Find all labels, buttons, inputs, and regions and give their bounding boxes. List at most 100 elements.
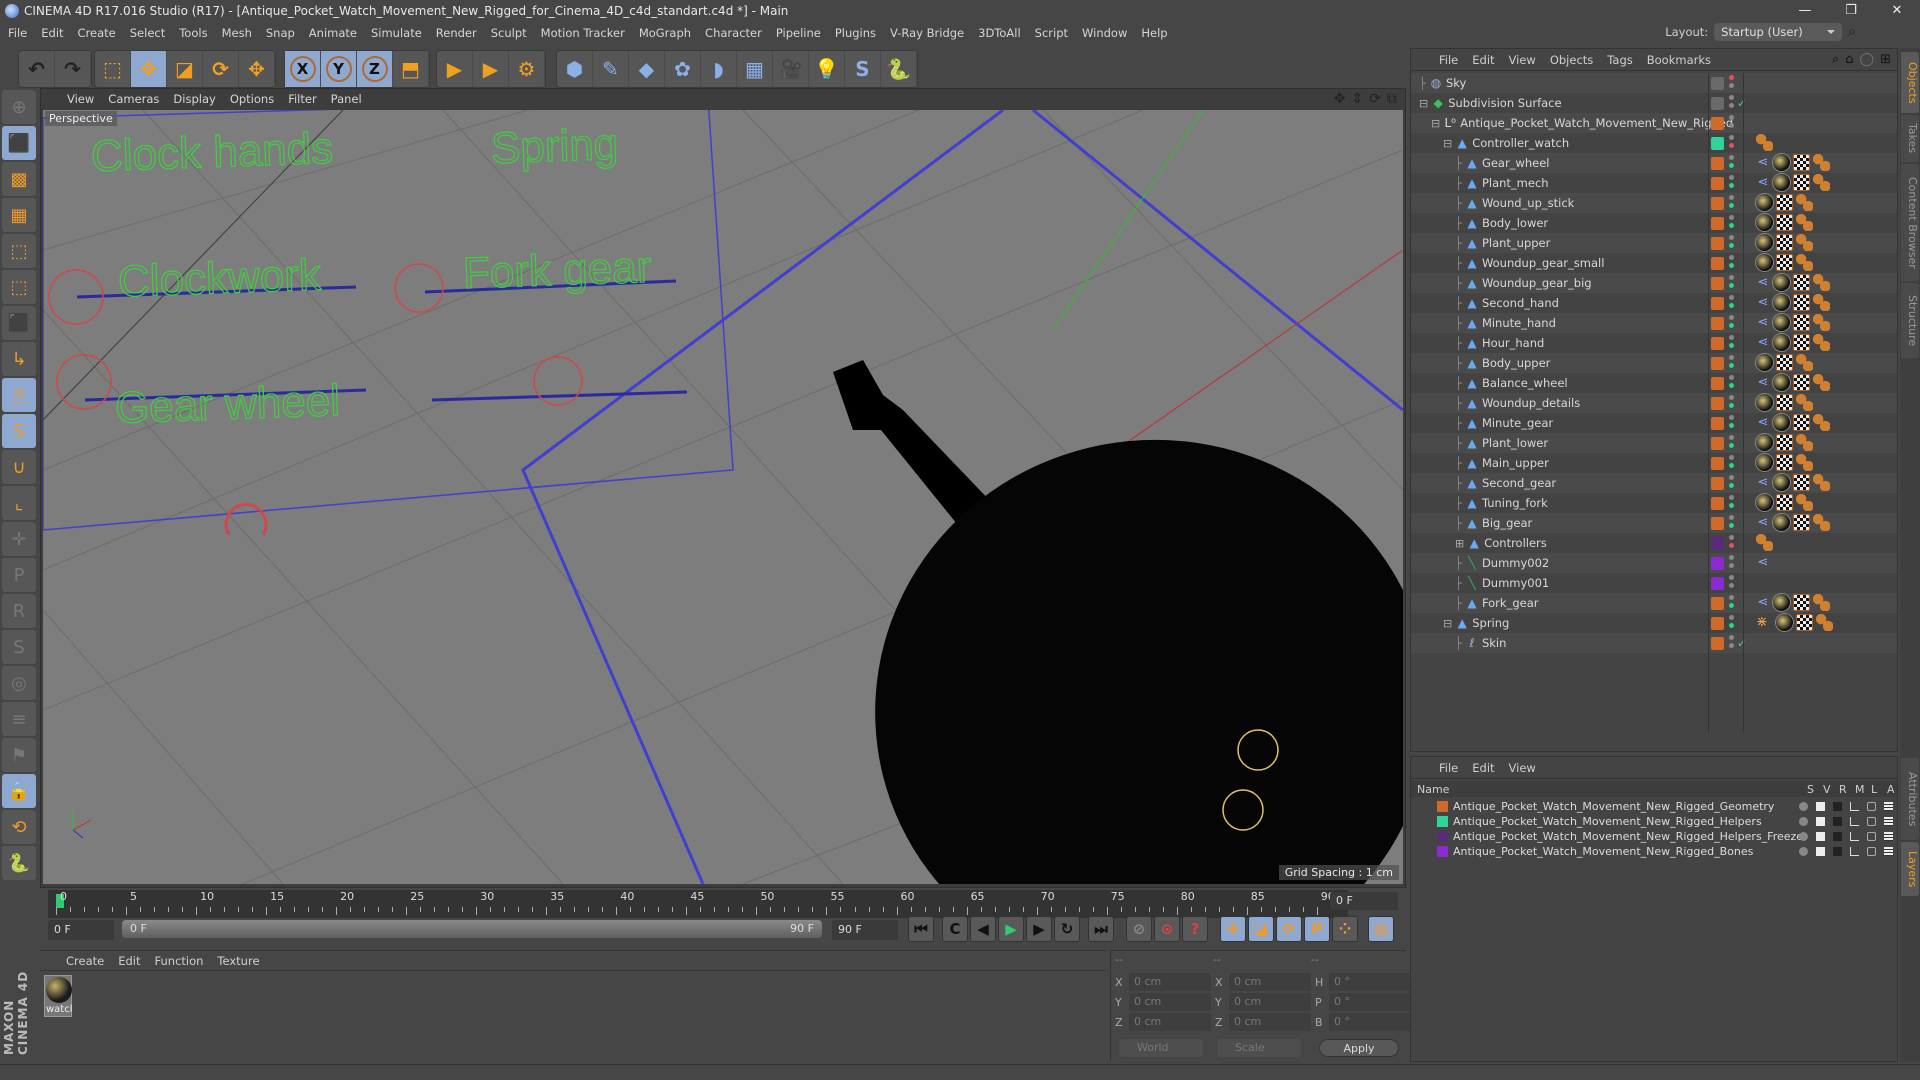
visibility-dot[interactable] (1729, 395, 1734, 400)
vibrate-tag-icon[interactable]: ⋖ (1756, 174, 1770, 191)
vibrate-tag-icon[interactable]: ⋖ (1756, 474, 1770, 491)
object-menu-edit[interactable]: Edit (1472, 53, 1494, 67)
manager-toggle-icon[interactable] (1850, 817, 1859, 826)
visibility-dots[interactable] (1729, 235, 1735, 251)
layer-color-swatch[interactable] (1437, 816, 1448, 827)
viewport-menu-view[interactable]: View (67, 92, 94, 106)
make-editable-button[interactable]: ⊕ (2, 90, 36, 124)
material-menu-texture[interactable]: Texture (217, 954, 259, 968)
keyframe-selection-button[interactable]: ? (1182, 916, 1208, 942)
go-to-start-button[interactable]: ⏮ (908, 916, 934, 942)
dock-tab-objects[interactable]: Objects (1901, 52, 1919, 113)
visibility-dot[interactable] (1729, 483, 1734, 488)
object-row-antique-pocket-watch-movement-new-rigged[interactable]: ⊟ L⁰ Antique_Pocket_Watch_Movement_New_Rig… (1411, 113, 1897, 133)
layer-color-swatch[interactable] (1711, 617, 1724, 630)
visibility-dots[interactable] (1729, 475, 1735, 491)
object-row-balance-wheel[interactable]: ├ ▲ Balance_wheel ⋖ (1411, 373, 1897, 393)
visibility-dot[interactable] (1729, 243, 1734, 248)
size-x-field[interactable]: 0 cm (1229, 973, 1311, 991)
rotation-h-field[interactable]: 0 ° (1329, 973, 1411, 991)
texture-tag-icon[interactable] (1776, 494, 1793, 511)
material-tag-icon[interactable] (1773, 514, 1790, 531)
layer-color-swatch[interactable] (1711, 397, 1724, 410)
texture-tag-icon[interactable] (1793, 174, 1810, 191)
cube-button[interactable]: ⬢ (557, 51, 593, 87)
layer-column-l[interactable]: L (1871, 783, 1877, 796)
visibility-dot[interactable] (1729, 583, 1734, 588)
ik-tag-icon[interactable] (1796, 234, 1813, 251)
menu-animate[interactable]: Animate (309, 26, 357, 40)
visibility-dot[interactable] (1729, 363, 1734, 368)
spline-dynamics-tag-icon[interactable]: ⋇ (1756, 614, 1773, 631)
snap-button[interactable]: ∪ (2, 450, 36, 484)
layer-color-swatch[interactable] (1711, 157, 1724, 170)
object-row-subdivision-surface[interactable]: ⊟ ◆ Subdivision Surface ✓ (1411, 93, 1897, 113)
visibility-dots[interactable] (1729, 495, 1735, 511)
current-frame-field[interactable]: 0 F (1330, 892, 1398, 910)
layer-color-swatch[interactable] (1711, 377, 1724, 390)
animation-toggle-icon[interactable] (1884, 832, 1893, 841)
texture-tag-icon[interactable] (1793, 474, 1810, 491)
layer-color-swatch[interactable] (1437, 801, 1448, 812)
live-selection-button[interactable]: ⬚ (95, 51, 131, 87)
render-toggle-icon[interactable] (1833, 802, 1842, 811)
menu-window[interactable]: Window (1082, 26, 1127, 40)
menu-create[interactable]: Create (78, 26, 116, 40)
visibility-dot[interactable] (1729, 123, 1734, 128)
object-row-woundup-gear-small[interactable]: ├ ▲ Woundup_gear_small (1411, 253, 1897, 273)
render-toggle-icon[interactable] (1833, 817, 1842, 826)
layer-color-swatch[interactable] (1711, 277, 1724, 290)
visibility-dot[interactable] (1729, 335, 1734, 340)
material-tag-icon[interactable] (1773, 154, 1790, 171)
manager-toggle-icon[interactable] (1850, 832, 1859, 841)
apply-button[interactable]: Apply (1319, 1039, 1399, 1057)
deformer-button[interactable]: ◗ (701, 51, 737, 87)
object-row-fork-gear[interactable]: ├ ▲ Fork_gear ⋖ (1411, 593, 1897, 613)
visibility-dot[interactable] (1729, 415, 1734, 420)
visibility-dots[interactable] (1729, 435, 1735, 451)
lock-toggle-icon[interactable] (1867, 802, 1876, 811)
vibrate-tag-icon[interactable]: ⋖ (1756, 594, 1770, 611)
visibility-dot[interactable] (1729, 623, 1734, 628)
search-icon[interactable]: ⌕ (1848, 24, 1856, 40)
collapse-icon[interactable]: ⊟ (1443, 137, 1452, 150)
key-pla-button[interactable]: ≡ (2, 702, 36, 736)
edges-mode-button[interactable]: ⬚ (2, 270, 36, 304)
z-axis-lock-button[interactable]: Z (357, 51, 393, 87)
object-row-dummy002[interactable]: ├ ╲ Dummy002 ⋖ (1411, 553, 1897, 573)
record-keys-button[interactable]: ⊘ (1126, 916, 1152, 942)
workplane-rotate-button[interactable]: ⟲ (2, 810, 36, 844)
texture-tag-icon[interactable] (1793, 414, 1810, 431)
texture-tag-icon[interactable] (1793, 274, 1810, 291)
layer-color-swatch[interactable] (1711, 237, 1724, 250)
visibility-dot[interactable] (1729, 603, 1734, 608)
visibility-dot[interactable] (1729, 75, 1734, 80)
tweak-mode-button[interactable]: 🖱 (2, 378, 36, 412)
material-tag-icon[interactable] (1756, 354, 1773, 371)
menu-pipeline[interactable]: Pipeline (776, 26, 821, 40)
orbit-icon[interactable]: ⟳ (1369, 91, 1381, 107)
lock-toggle-icon[interactable] (1867, 832, 1876, 841)
object-row-body-lower[interactable]: ├ ▲ Body_lower (1411, 213, 1897, 233)
visibility-dot[interactable] (1729, 535, 1734, 540)
visibility-dot[interactable] (1729, 203, 1734, 208)
object-row-plant-mech[interactable]: ├ ▲ Plant_mech ⋖ (1411, 173, 1897, 193)
x-axis-lock-button[interactable]: X (285, 51, 321, 87)
visibility-dot[interactable] (1729, 103, 1734, 108)
texture-tag-icon[interactable] (1776, 234, 1793, 251)
visibility-dot[interactable] (1729, 315, 1734, 320)
minimize-button[interactable]: — (1782, 0, 1828, 22)
visibility-dots[interactable] (1729, 575, 1735, 591)
layer-color-swatch[interactable] (1711, 497, 1724, 510)
add-keyframe-button[interactable]: ✛ (2, 522, 36, 556)
material-menu-create[interactable]: Create (66, 954, 104, 968)
texture-tag-icon[interactable] (1776, 394, 1793, 411)
visibility-dots[interactable] (1729, 635, 1735, 651)
menu-select[interactable]: Select (130, 26, 165, 40)
ik-tag-icon[interactable] (1796, 434, 1813, 451)
layer-color-swatch[interactable] (1711, 137, 1724, 150)
polygons-mode-button[interactable]: ⬛ (2, 306, 36, 340)
ik-tag-icon[interactable] (1813, 154, 1830, 171)
menu-edit[interactable]: Edit (41, 26, 63, 40)
render-view-button[interactable]: ▶ (437, 51, 473, 87)
